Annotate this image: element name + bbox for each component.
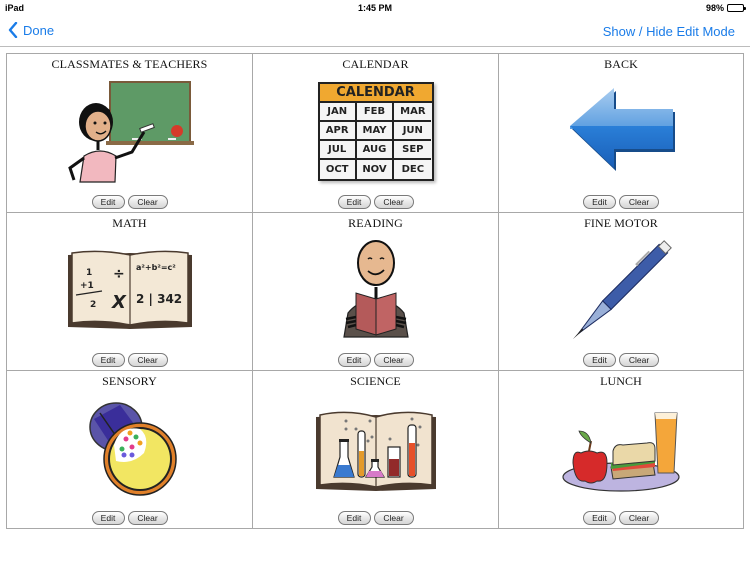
- category-title: SCIENCE: [350, 374, 401, 388]
- person-reading-icon[interactable]: [306, 233, 446, 348]
- clear-button[interactable]: Clear: [127, 353, 168, 367]
- math-book-icon[interactable]: 1 +1 2 ÷ X a²+b²=c² 2 | 342: [60, 233, 200, 348]
- category-cell-calendar[interactable]: CALENDAR CALENDAR JAN FEB MAR APR MAY JU…: [253, 54, 499, 213]
- math-multiply-sign: X: [111, 292, 127, 313]
- status-time: 1:45 PM: [357, 3, 392, 13]
- month-may: MAY: [356, 122, 395, 141]
- category-title: SENSORY: [102, 374, 157, 388]
- clear-button[interactable]: Clear: [127, 195, 168, 209]
- science-book-icon[interactable]: [306, 391, 446, 506]
- month-oct: OCT: [320, 160, 357, 179]
- category-cell-reading[interactable]: READING Edit Clear: [253, 213, 499, 371]
- clear-button[interactable]: Clear: [127, 511, 168, 525]
- category-cell-lunch[interactable]: LUNCH Edit Clear: [499, 371, 743, 528]
- category-title: LUNCH: [600, 374, 642, 388]
- chevron-left-icon: [8, 22, 18, 38]
- battery-percent: 98%: [705, 3, 724, 13]
- category-title: CALENDAR: [342, 57, 409, 71]
- month-apr: APR: [319, 122, 357, 141]
- calendar-icon[interactable]: CALENDAR JAN FEB MAR APR MAY JUN JUL AUG…: [306, 74, 446, 189]
- category-cell-classmates-teachers[interactable]: CLASSMATES & TEACHERS Edit Clear: [7, 54, 253, 213]
- edit-button[interactable]: Edit: [337, 353, 371, 367]
- done-label: Done: [23, 22, 55, 38]
- clear-button[interactable]: Clear: [373, 511, 414, 525]
- category-title: MATH: [112, 216, 147, 230]
- edit-button[interactable]: Edit: [337, 195, 371, 209]
- edit-button[interactable]: Edit: [91, 511, 125, 525]
- kaleidoscope-icon[interactable]: [60, 391, 200, 506]
- math-fraction-top: 1: [86, 268, 92, 278]
- battery-icon: [727, 4, 746, 12]
- clear-button[interactable]: Clear: [619, 195, 659, 209]
- math-long-division: 2 | 342: [136, 292, 182, 306]
- clear-button[interactable]: Clear: [373, 195, 414, 209]
- calendar-header: CALENDAR: [319, 84, 432, 103]
- edit-button[interactable]: Edit: [91, 195, 125, 209]
- edit-button[interactable]: Edit: [337, 511, 371, 525]
- math-formula: a²+b²=c²: [136, 263, 176, 272]
- clear-button[interactable]: Clear: [619, 511, 659, 525]
- math-fraction-result: 2: [90, 300, 96, 310]
- category-cell-math[interactable]: MATH 1 +1 2 ÷ X a²+b²=c² 2 | 342 Edit Cl…: [7, 213, 253, 371]
- category-cell-sensory[interactable]: SENSORY Edit Clear: [7, 371, 253, 528]
- battery-indicator: 98%: [705, 3, 746, 13]
- month-nov: NOV: [357, 160, 395, 179]
- pen-icon[interactable]: [551, 233, 691, 348]
- category-title: BACK: [604, 57, 638, 71]
- month-dec: DEC: [401, 164, 425, 175]
- category-title: READING: [348, 216, 403, 230]
- month-mar: MAR: [394, 103, 432, 122]
- math-fraction-add: +1: [80, 281, 94, 291]
- left-arrow-icon[interactable]: [551, 74, 691, 189]
- category-title: CLASSMATES & TEACHERS: [51, 57, 208, 71]
- navigation-bar: Done Show / Hide Edit Mode: [0, 16, 750, 47]
- category-cell-back[interactable]: BACK Edit Clear: [499, 54, 743, 213]
- category-cell-science[interactable]: SCIENCE Edit Clear: [253, 371, 499, 528]
- category-grid: CLASSMATES & TEACHERS Edit Clear CALENDA…: [6, 53, 744, 529]
- math-divide-sign: ÷: [113, 266, 125, 282]
- edit-button[interactable]: Edit: [91, 353, 125, 367]
- category-title: FINE MOTOR: [584, 216, 658, 230]
- clear-button[interactable]: Clear: [373, 353, 414, 367]
- month-aug: AUG: [356, 141, 395, 160]
- month-jan: JAN: [319, 103, 357, 122]
- month-jul: JUL: [319, 141, 357, 160]
- edit-button[interactable]: Edit: [583, 353, 616, 367]
- edit-button[interactable]: Edit: [583, 511, 616, 525]
- show-hide-edit-mode-button[interactable]: Show / Hide Edit Mode: [603, 24, 735, 39]
- month-sep: SEP: [394, 141, 432, 160]
- lunch-icon[interactable]: [551, 391, 691, 506]
- clear-button[interactable]: Clear: [619, 353, 659, 367]
- month-feb: FEB: [356, 103, 395, 122]
- edit-button[interactable]: Edit: [583, 195, 616, 209]
- done-button[interactable]: Done: [8, 22, 54, 38]
- category-cell-fine-motor[interactable]: FINE MOTOR Edit Clear: [499, 213, 743, 371]
- teacher-chalkboard-icon[interactable]: [60, 74, 200, 189]
- month-jun: JUN: [394, 122, 432, 141]
- status-bar: iPad 1:45 PM 98%: [0, 0, 750, 16]
